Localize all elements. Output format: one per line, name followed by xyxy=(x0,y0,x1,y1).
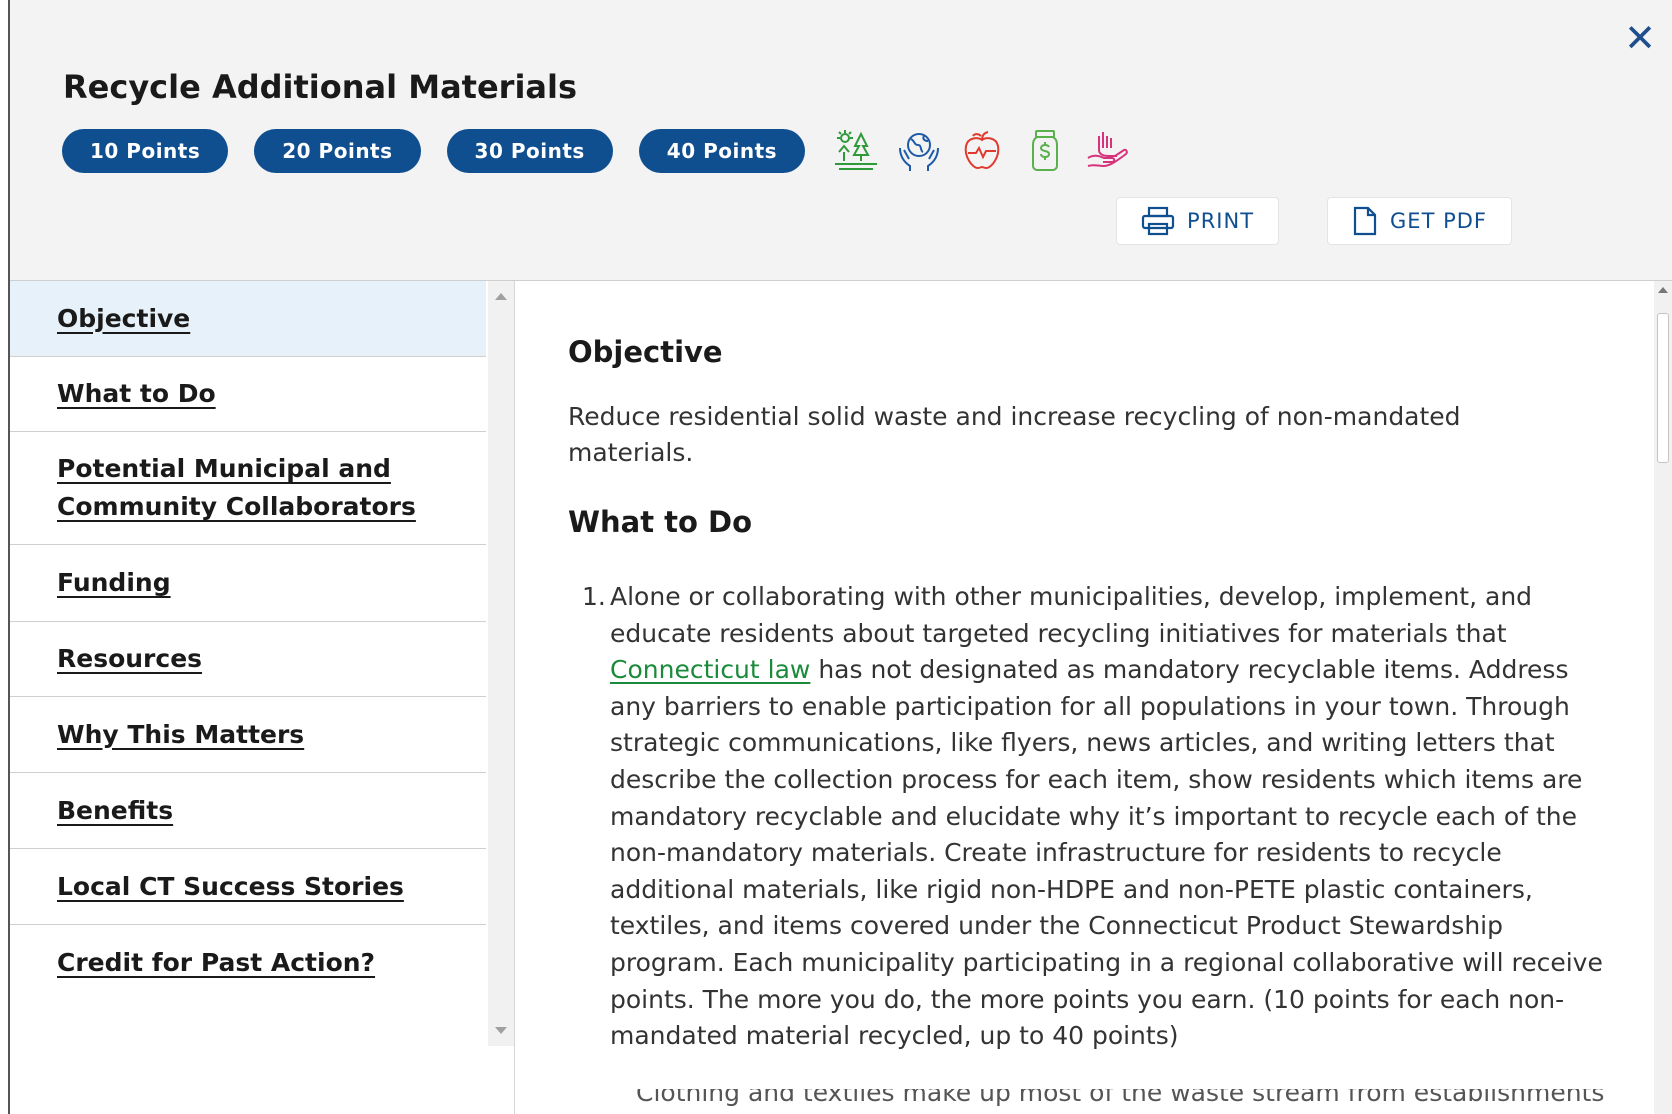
sidebar-item-success-stories[interactable]: Local CT Success Stories xyxy=(10,849,486,925)
list-item-number: 1. xyxy=(582,582,606,611)
sidebar-item-label-line2: Community Collaborators xyxy=(57,492,416,521)
sidebar-item-label: Resources xyxy=(57,644,203,673)
sidebar-item-label: What to Do xyxy=(57,379,216,408)
scroll-down-arrow-icon[interactable] xyxy=(495,1027,507,1034)
list-item-text: Alone or collaborating with other munici… xyxy=(610,582,1533,648)
sidebar-item-resources[interactable]: Resources xyxy=(10,622,486,697)
sidebar-item-label: Benefits xyxy=(57,795,174,825)
objective-text: Reduce residential solid waste and incre… xyxy=(568,402,1461,467)
page-title: Recycle Additional Materials xyxy=(63,68,578,106)
sidebar-item-why-this-matters[interactable]: Why This Matters xyxy=(10,697,486,773)
window-bottom-area xyxy=(515,1047,1654,1114)
modal-header: ✕ Recycle Additional Materials 10 Points… xyxy=(10,0,1672,281)
sidebar-item-label: Potential Municipal and xyxy=(57,454,391,483)
sidebar-item-collaborators[interactable]: Potential Municipal and Community Collab… xyxy=(10,432,486,545)
get-pdf-button[interactable]: GET PDF xyxy=(1327,197,1512,245)
points-badges: 10 Points 20 Points 30 Points 40 Points xyxy=(62,128,1148,174)
printer-icon xyxy=(1141,206,1175,236)
section-nav: Objective What to Do Potential Municipal… xyxy=(10,281,486,1047)
content-pane: Objective Reduce residential solid waste… xyxy=(515,281,1655,1114)
list-item-text-continued: has not designated as mandatory recyclab… xyxy=(610,655,1603,1051)
document-icon xyxy=(1353,206,1377,236)
points-badge-10[interactable]: 10 Points xyxy=(62,129,229,173)
nature-icon xyxy=(835,130,878,170)
sidebar-item-past-action[interactable]: Credit for Past Action? xyxy=(10,925,486,1000)
sidebar-item-label: Local CT Success Stories xyxy=(57,871,404,901)
helping-hand-icon xyxy=(1087,132,1128,168)
globe-hands-icon xyxy=(899,133,940,171)
sidebar-item-label: Credit for Past Action? xyxy=(57,947,376,977)
get-pdf-label: GET PDF xyxy=(1390,209,1487,233)
sidebar-item-label: Funding xyxy=(57,568,171,597)
sidebar-item-funding[interactable]: Funding xyxy=(10,545,486,622)
scrollbar-thumb[interactable] xyxy=(1657,313,1669,463)
close-icon: ✕ xyxy=(1624,16,1656,60)
list-item: 1. Alone or collaborating with other mun… xyxy=(582,579,1610,1055)
sidebar-scrollbar[interactable] xyxy=(488,281,514,1046)
scroll-up-arrow-icon[interactable] xyxy=(495,293,507,300)
apple-health-icon xyxy=(964,131,1000,170)
sidebar-item-label: Objective xyxy=(57,303,191,333)
connecticut-law-link[interactable]: Connecticut law xyxy=(610,655,810,684)
content-scrollbar[interactable] xyxy=(1654,281,1672,1114)
sidebar-item-what-to-do[interactable]: What to Do xyxy=(10,357,486,432)
objective-heading: Objective xyxy=(568,335,723,369)
sidebar-item-label: Why This Matters xyxy=(57,719,305,749)
print-button[interactable]: PRINT xyxy=(1116,197,1280,245)
sidebar-item-benefits[interactable]: Benefits xyxy=(10,773,486,849)
close-button[interactable]: ✕ xyxy=(1620,18,1660,58)
what-to-do-heading: What to Do xyxy=(568,505,753,539)
action-modal: ✕ Recycle Additional Materials 10 Points… xyxy=(0,0,1672,1114)
points-badge-20[interactable]: 20 Points xyxy=(254,129,421,173)
what-to-do-list: 1. Alone or collaborating with other mun… xyxy=(582,579,1610,1055)
scroll-up-arrow-icon[interactable] xyxy=(1658,287,1668,293)
print-label: PRINT xyxy=(1187,209,1255,233)
money-jar-icon xyxy=(1032,130,1059,171)
sidebar-item-objective[interactable]: Objective xyxy=(10,281,486,357)
points-badge-40[interactable]: 40 Points xyxy=(638,129,806,173)
header-actions: PRINT GET PDF xyxy=(1068,197,1512,245)
category-icons xyxy=(833,128,1148,174)
points-badge-30[interactable]: 30 Points xyxy=(446,129,613,173)
